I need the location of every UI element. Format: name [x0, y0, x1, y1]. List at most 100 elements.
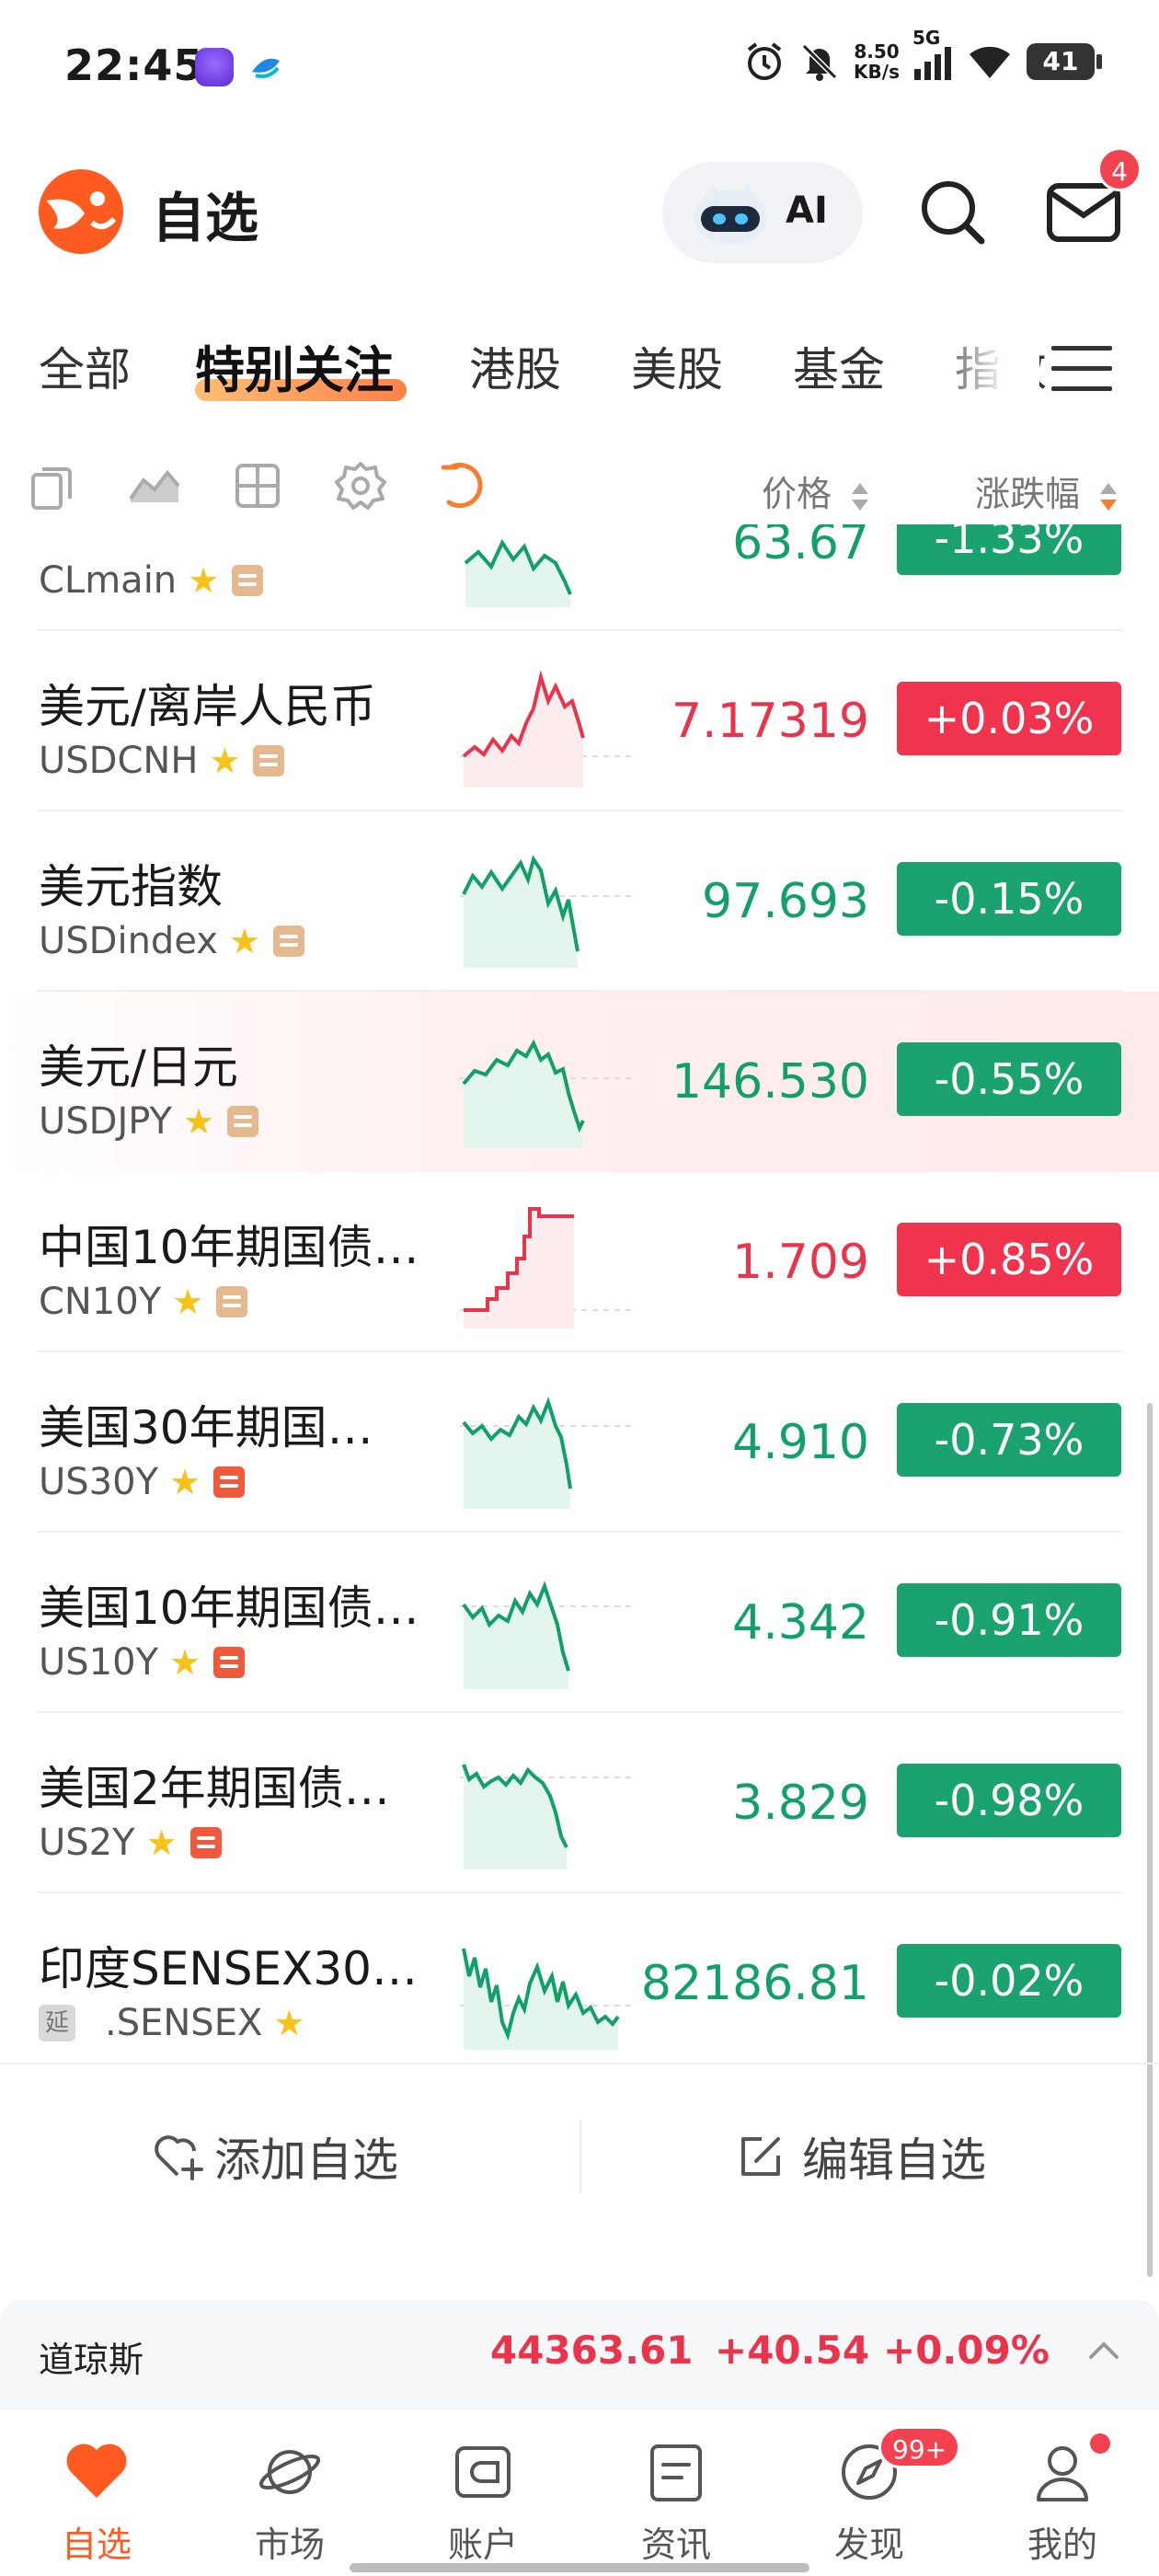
price: 97.693 [702, 874, 869, 929]
star-icon: ★ [182, 1101, 215, 1142]
chart-view-icon[interactable] [127, 458, 182, 513]
price: 63.67 [732, 524, 869, 570]
heart-plus-icon [155, 2135, 203, 2180]
change-badge[interactable]: -0.98% [897, 1764, 1121, 1837]
grid-view-icon[interactable] [230, 458, 285, 513]
change-badge[interactable]: -1.33% [897, 524, 1121, 575]
security-name: 美国30年期国… [39, 1401, 373, 1455]
status-bar: 22:45 8.50 KB/s 5G 41 [0, 0, 1159, 138]
price: 4.910 [732, 1415, 869, 1470]
nav-label: 自选 [61, 2524, 132, 2565]
search-icon[interactable] [915, 175, 989, 248]
star-icon: ★ [169, 1642, 201, 1683]
sparkline-chart [460, 670, 635, 788]
list-item[interactable]: 美国10年期国债… 4.342 -0.91% US10Y ★ [0, 1533, 1159, 1713]
price: 7.17319 [671, 694, 869, 749]
robot-icon [694, 184, 767, 245]
price: 82186.81 [640, 1956, 869, 2011]
list-item[interactable]: 美元指数 97.693 -0.15% USDindex ★ [0, 811, 1159, 992]
change-badge[interactable]: -0.73% [897, 1403, 1121, 1477]
nav-watchlist[interactable]: 自选 [23, 2437, 170, 2566]
ai-assistant-button[interactable]: AI [662, 162, 863, 263]
notification-badge: 99+ [878, 2426, 961, 2468]
settings-icon[interactable] [333, 458, 388, 513]
note-icon[interactable] [232, 565, 264, 596]
list-item[interactable]: 美元/离岸人民币 7.17319 +0.03% USDCNH ★ [0, 631, 1159, 811]
note-icon[interactable] [227, 1106, 259, 1137]
star-icon: ★ [145, 1823, 178, 1863]
nav-account[interactable]: 账户 [409, 2437, 557, 2566]
category-tabs: 全部 特别关注 港股 美股 基金 指数 [0, 322, 1159, 414]
list-item-selected[interactable]: 美元/日元 146.530 -0.55% USDJPY ★ [0, 992, 1159, 1172]
change-badge[interactable]: +0.85% [897, 1223, 1121, 1296]
notification-app-icon [195, 48, 234, 86]
price: 146.530 [671, 1054, 869, 1110]
tab-hk-stocks[interactable]: 港股 [469, 333, 561, 399]
note-icon[interactable] [213, 1466, 246, 1498]
note-icon[interactable] [272, 926, 304, 957]
home-indicator[interactable] [350, 2563, 809, 2572]
note-icon[interactable] [216, 1286, 248, 1317]
ticker-name: 道琼斯 [39, 2340, 144, 2380]
security-code: USDCNH [39, 740, 199, 782]
notification-dot [1090, 2433, 1110, 2454]
planet-icon [258, 2450, 321, 2494]
add-watchlist-button[interactable]: 添加自选 [152, 2120, 398, 2193]
tab-funds[interactable]: 基金 [793, 333, 885, 399]
index-ticker-bar[interactable]: 道琼斯 44363.61 +40.54 +0.09% [0, 2300, 1159, 2409]
copy-view-icon[interactable] [26, 458, 81, 513]
wallet-icon [455, 2446, 511, 2498]
ticker-value: 44363.61 [490, 2328, 694, 2373]
chevron-up-icon[interactable] [1085, 2333, 1122, 2370]
row-code-line: USDCNH ★ [39, 740, 285, 782]
change-column-header[interactable]: 涨跌幅 [975, 466, 1119, 516]
signal-indicator: 5G [912, 27, 953, 80]
change-badge[interactable]: -0.55% [897, 1042, 1121, 1116]
price-column-header[interactable]: 价格 [762, 466, 870, 516]
tab-all[interactable]: 全部 [39, 333, 131, 399]
ticker-percent: +0.09% [883, 2328, 1050, 2373]
change-header-label: 涨跌幅 [975, 474, 1081, 514]
nav-profile[interactable]: 我的 [989, 2433, 1136, 2566]
nav-label: 市场 [254, 2524, 325, 2565]
sparkline-chart [464, 538, 572, 607]
status-icons: 8.50 KB/s 5G 41 [743, 27, 1102, 83]
security-name: 美元/离岸人民币 [39, 680, 376, 733]
list-item[interactable]: 中国10年期国债… 1.709 +0.85% CN10Y ★ [0, 1172, 1159, 1352]
price: 1.709 [732, 1235, 869, 1290]
undo-icon[interactable] [436, 458, 491, 513]
change-badge[interactable]: -0.02% [897, 1944, 1121, 2018]
change-badge[interactable]: -0.91% [897, 1583, 1121, 1657]
sparkline-chart [460, 1948, 635, 2050]
nav-news[interactable]: 资讯 [602, 2437, 750, 2566]
tab-us-stocks[interactable]: 美股 [631, 333, 723, 399]
list-item[interactable]: 63.67 -1.33% CLmain ★ [0, 524, 1159, 631]
list-item[interactable]: 美国2年期国债… 3.829 -0.98% US2Y ★ [0, 1713, 1159, 1893]
row-code-line: USDJPY ★ [39, 1100, 259, 1143]
speed-value: 8.50 [854, 40, 900, 63]
list-item[interactable]: 印度SENSEX30… 82186.81 -0.02% 延 .SENSEX ★ [0, 1893, 1159, 2061]
change-badge[interactable]: -0.15% [897, 862, 1121, 936]
star-icon: ★ [188, 560, 220, 601]
row-code-line: CLmain ★ [39, 559, 264, 602]
tab-special-watch[interactable]: 特别关注 [195, 329, 394, 402]
nav-market[interactable]: 市场 [216, 2437, 363, 2566]
wifi-icon [970, 46, 1010, 78]
list-item[interactable]: 美国30年期国… 4.910 -0.73% US30Y ★ [0, 1352, 1159, 1533]
note-icon[interactable] [213, 1647, 246, 1678]
row-code-line: USDindex ★ [39, 920, 304, 962]
note-icon[interactable] [253, 745, 285, 776]
action-divider [580, 2120, 581, 2193]
change-badge[interactable]: +0.03% [897, 682, 1121, 755]
row-code-line: US30Y ★ [39, 1461, 246, 1503]
speed-unit: KB/s [854, 61, 900, 83]
nav-discover[interactable]: 发现 99+ [796, 2426, 961, 2566]
note-icon[interactable] [189, 1827, 222, 1858]
nav-label: 资讯 [640, 2524, 711, 2565]
security-code: USDJPY [39, 1100, 172, 1143]
menu-icon[interactable] [1051, 342, 1112, 394]
row-code-line: US10Y ★ [39, 1641, 246, 1684]
edit-watchlist-button[interactable]: 编辑自选 [736, 2120, 986, 2193]
mute-icon [801, 43, 838, 81]
security-name: 美国10年期国债… [39, 1581, 419, 1635]
